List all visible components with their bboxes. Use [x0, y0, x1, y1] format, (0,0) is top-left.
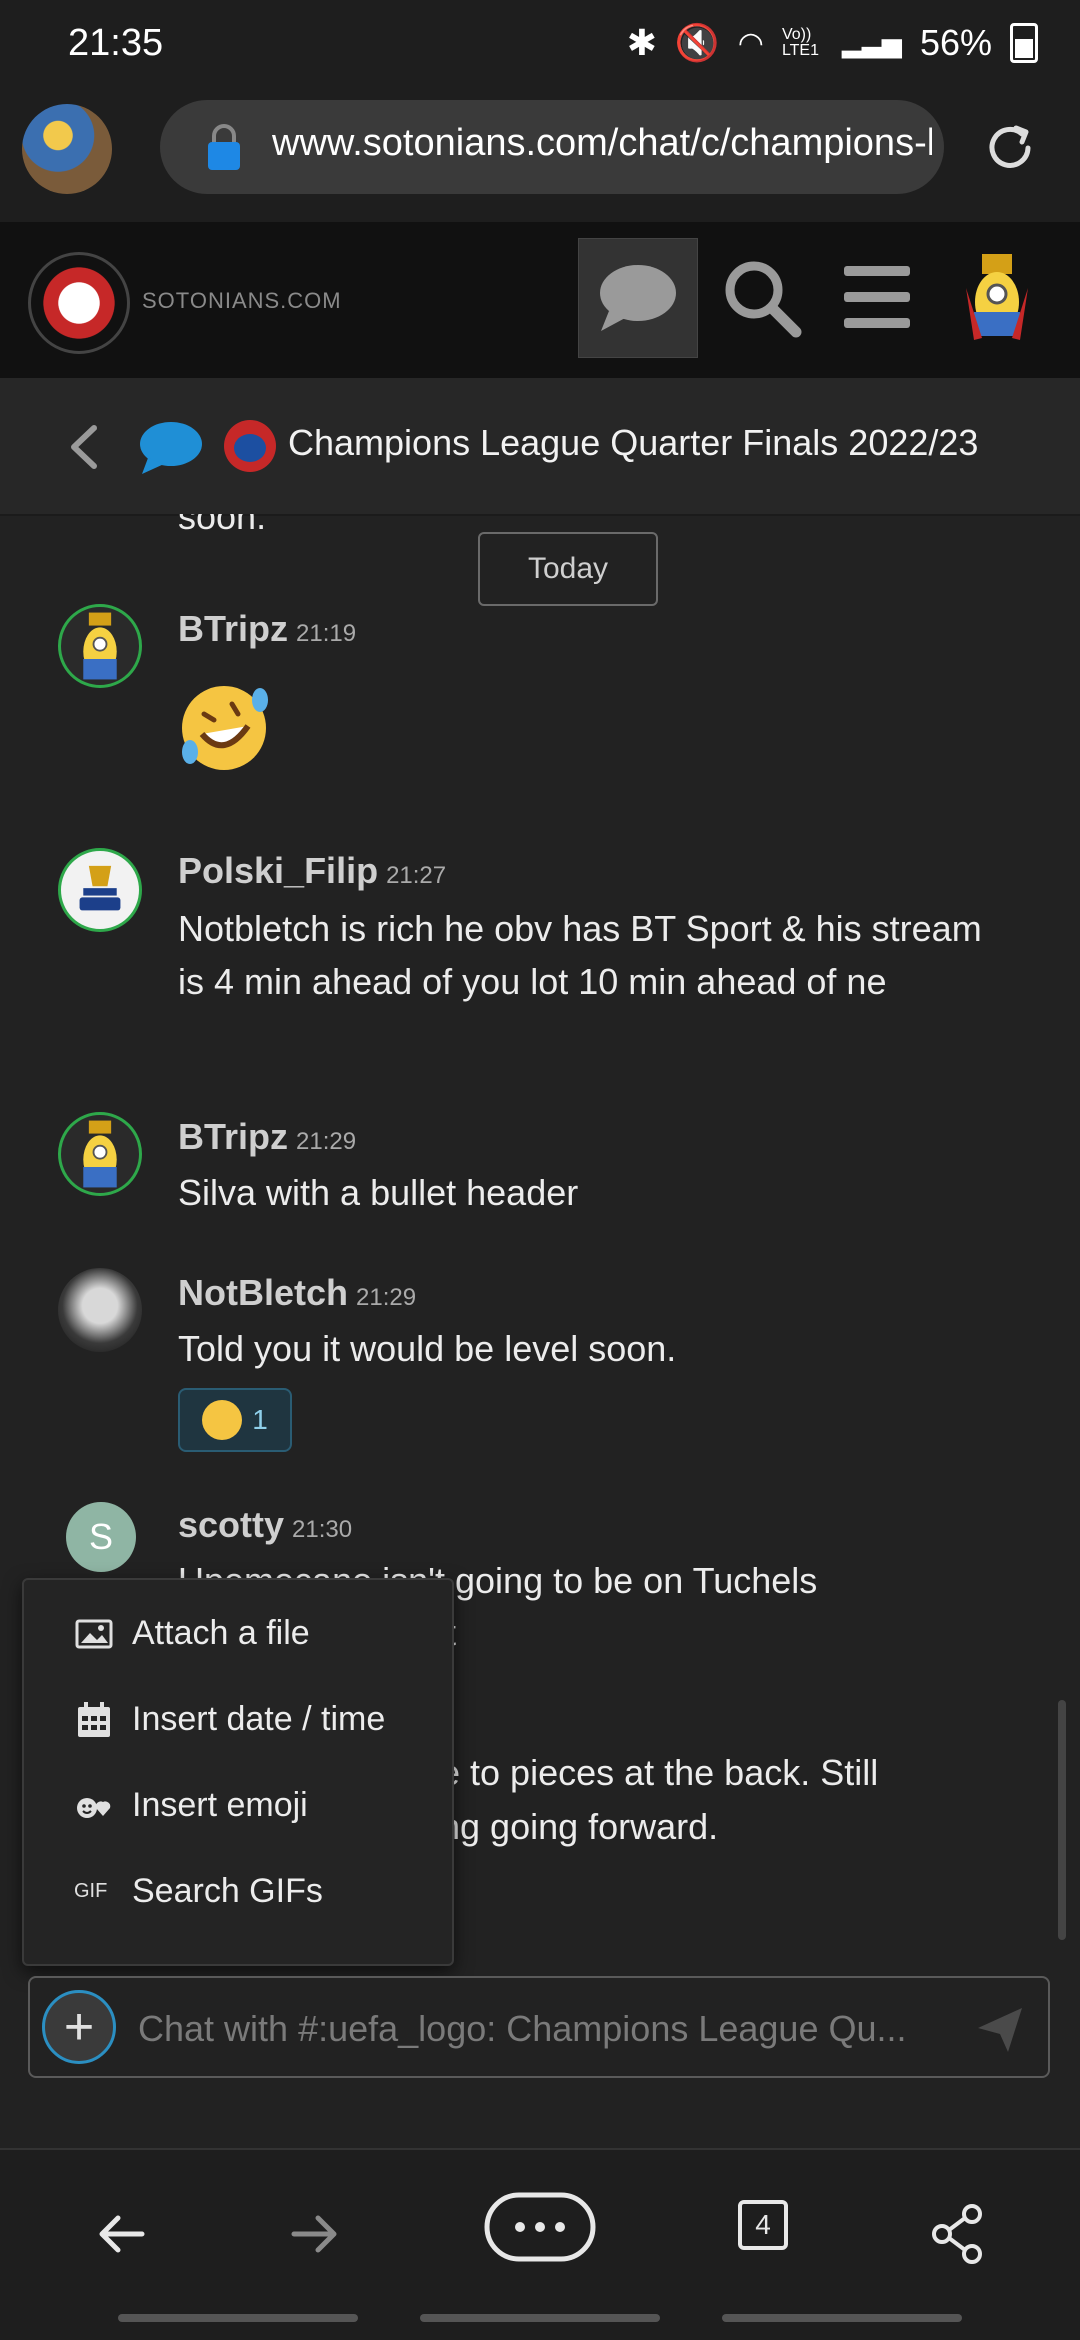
minion-king-avatar-icon	[83, 1120, 117, 1188]
channel-header: Champions League Quarter Finals 2022/23	[0, 378, 1080, 516]
avatar[interactable]	[58, 1268, 142, 1352]
message-timestamp: 21:27	[386, 862, 447, 889]
chat-bubble-icon	[140, 422, 202, 474]
network-label: Vo)) LTE1	[781, 26, 819, 59]
reaction-badge[interactable]: 1	[178, 1388, 292, 1452]
wifi-icon: ◠	[737, 26, 764, 60]
browser-bottom-nav: 4	[0, 2148, 1080, 2300]
hamburger-menu-icon[interactable]	[836, 252, 926, 342]
message-text: Told you it would be level soon.	[178, 1328, 677, 1369]
nav-handle[interactable]	[118, 2314, 358, 2322]
message-username[interactable]: NotBletch 21:29	[178, 1272, 416, 1314]
image-icon	[75, 1619, 113, 1649]
battery-icon	[1010, 23, 1038, 63]
user-avatar[interactable]	[952, 248, 1042, 346]
chat-composer: +	[28, 1976, 1050, 2078]
signal-icon: ▂▃▅	[841, 27, 902, 58]
system-nav-bar	[0, 2298, 1080, 2340]
nav-handle[interactable]	[722, 2314, 962, 2322]
calendar-icon	[78, 1702, 110, 1737]
tears-of-joy-emoji-icon	[202, 1400, 243, 1440]
chat-button[interactable]	[578, 238, 698, 358]
message-username[interactable]: BTripz 21:29	[178, 1116, 356, 1158]
tab-count: 4	[755, 2209, 771, 2240]
shield-lock-icon	[208, 124, 240, 170]
message-text: e to pieces at the back. Still	[440, 1752, 879, 1793]
send-icon[interactable]	[972, 2002, 1028, 2058]
battery-percent: 56%	[919, 22, 992, 63]
message-timestamp: 21:19	[296, 620, 357, 647]
avatar[interactable]	[58, 604, 142, 688]
reload-icon[interactable]	[980, 118, 1040, 178]
message-text: ng going forward.	[440, 1806, 719, 1847]
site-name[interactable]: SOTONIANS.COM	[142, 288, 342, 314]
reaction-count: 1	[252, 1404, 268, 1435]
more-options-icon[interactable]	[484, 2192, 596, 2262]
message-text: Silva with a bullet header	[178, 1172, 579, 1213]
profile-avatar[interactable]	[22, 104, 112, 194]
avatar[interactable]	[58, 848, 142, 932]
emoji-icon	[77, 1798, 111, 1818]
message-username[interactable]: scotty 21:30	[178, 1504, 352, 1546]
channel-title: Champions League Quarter Finals 2022/23	[288, 422, 979, 463]
ryder-cup-avatar-icon	[79, 865, 121, 911]
menu-item-label: Insert emoji	[132, 1786, 308, 1824]
message-timestamp: 21:30	[292, 1516, 353, 1543]
message-timestamp: 21:29	[356, 1284, 417, 1311]
chevron-left-icon[interactable]	[64, 422, 104, 472]
status-icons: ✱ 🔇 ◠ Vo)) LTE1 ▂▃▅ 56%	[627, 22, 1038, 64]
clock: 21:35	[68, 22, 164, 64]
message-timestamp: 21:29	[296, 1128, 357, 1155]
address-bar[interactable]: www.sotonians.com/chat/c/champions-lea	[160, 100, 944, 194]
back-arrow-icon[interactable]	[82, 2194, 162, 2274]
site-logo[interactable]	[28, 252, 130, 354]
mute-icon: 🔇	[674, 22, 720, 63]
avatar[interactable]	[58, 1112, 142, 1196]
share-icon[interactable]	[918, 2194, 998, 2274]
status-bar: 21:35 ✱ 🔇 ◠ Vo)) LTE1 ▂▃▅ 56%	[0, 0, 1080, 96]
menu-item-label: Insert date / time	[132, 1700, 386, 1738]
site-header: SOTONIANS.COM	[0, 222, 1080, 378]
insert-emoji-menu-item[interactable]: Insert emoji	[24, 1764, 452, 1850]
date-separator: Today	[478, 532, 658, 606]
minion-king-avatar-icon	[83, 612, 117, 680]
search-icon[interactable]	[716, 252, 806, 342]
insert-date-time-menu-item[interactable]: Insert date / time	[24, 1678, 452, 1764]
search-gifs-menu-item[interactable]: GIF Search GIFs	[24, 1850, 452, 1936]
bluetooth-icon: ✱	[626, 22, 657, 63]
menu-item-label: Attach a file	[132, 1614, 310, 1652]
message-text-cutoff: soon.	[178, 514, 267, 537]
attach-file-menu-item[interactable]: Attach a file	[24, 1592, 452, 1678]
message-username[interactable]: BTripz 21:19	[178, 608, 356, 650]
scrollbar[interactable]	[1058, 1700, 1066, 1940]
nav-handle[interactable]	[420, 2314, 660, 2322]
message-username[interactable]: Polski_Filip 21:27	[178, 850, 446, 892]
chat-icon	[600, 265, 676, 331]
chat-input[interactable]	[136, 1988, 980, 2070]
avatar[interactable]: S	[66, 1502, 136, 1572]
rolling-laughing-emoji-icon	[182, 686, 268, 770]
forward-arrow-icon[interactable]	[274, 2194, 354, 2274]
browser-toolbar: www.sotonians.com/chat/c/champions-lea	[0, 96, 1080, 224]
uefa-logo-icon	[224, 420, 276, 472]
tabs-button[interactable]: 4	[738, 2200, 788, 2250]
message-text: Notbletch is rich he obv has BT Sport & …	[178, 908, 982, 1002]
url-text[interactable]: www.sotonians.com/chat/c/champions-lea	[272, 122, 932, 165]
composer-actions-menu: Attach a file Insert date / time Insert …	[22, 1578, 454, 1966]
gif-icon: GIF	[74, 1880, 108, 1902]
plus-icon[interactable]: +	[42, 1990, 116, 2064]
menu-item-label: Search GIFs	[132, 1872, 323, 1910]
message-text: ist	[420, 1606, 720, 1659]
